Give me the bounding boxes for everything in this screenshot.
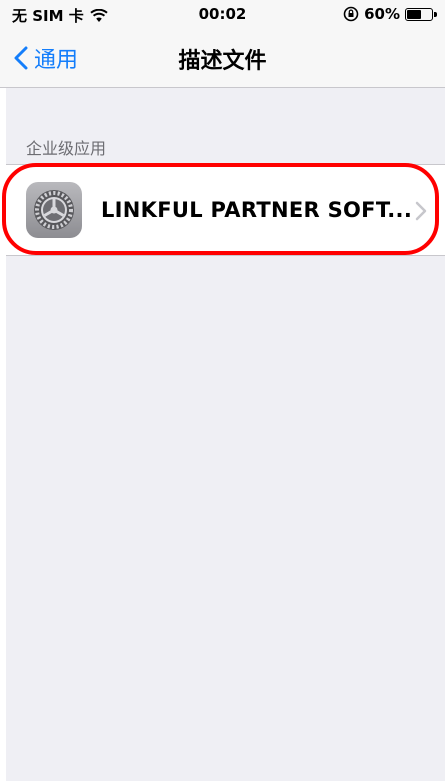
settings-gear-icon bbox=[26, 182, 82, 238]
left-edge-strip bbox=[0, 0, 6, 781]
battery-cap bbox=[434, 11, 437, 17]
battery-percent: 60% bbox=[364, 5, 400, 23]
battery-status: 60% bbox=[343, 5, 437, 23]
profile-name: LINKFUL PARTNER SOFT... bbox=[101, 198, 413, 222]
chevron-right-icon bbox=[415, 201, 427, 221]
navigation-bar: 通用 描述文件 bbox=[0, 30, 445, 88]
section-header: 企业级应用 bbox=[26, 139, 107, 158]
battery-fill bbox=[407, 9, 421, 19]
battery-icon bbox=[405, 7, 437, 21]
profile-list-item[interactable]: LINKFUL PARTNER SOFT... bbox=[6, 164, 445, 256]
page-title: 描述文件 bbox=[178, 49, 267, 74]
status-bar: 无 SIM 卡 00:02 60% bbox=[0, 0, 445, 30]
orientation-lock-icon bbox=[343, 6, 359, 22]
